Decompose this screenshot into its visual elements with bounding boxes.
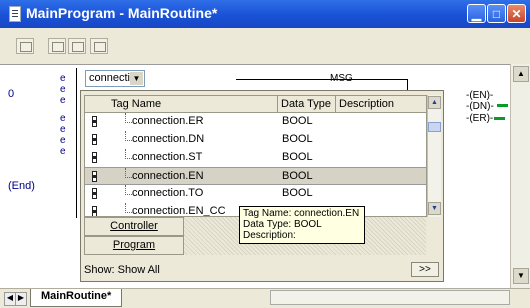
tag-grid-header: Tag Name Data Type Description — [85, 96, 426, 113]
tag-row[interactable]: connection.ER BOOL — [85, 113, 426, 131]
tag-row[interactable]: connection.TO BOOL — [85, 185, 426, 203]
msg-instruction-top — [236, 79, 407, 80]
tooltip-data-type: Data Type: BOOL — [243, 219, 322, 230]
scope-controller-button[interactable]: Controller — [84, 217, 184, 236]
bool-tag-icon — [92, 188, 97, 199]
er-indicator — [494, 117, 505, 120]
bool-tag-icon — [92, 134, 97, 145]
scroll-thumb[interactable] — [428, 122, 441, 132]
bool-tag-icon — [92, 152, 97, 163]
msg-instruction-label: MSG — [330, 73, 353, 84]
editor-vertical-scrollbar[interactable]: ▲ ▼ — [510, 64, 530, 288]
scroll-up-icon[interactable]: ▲ — [428, 96, 441, 109]
tab-mainroutine[interactable]: MainRoutine* — [30, 289, 123, 307]
rung-mark: e — [60, 113, 66, 124]
rung-mark: e — [60, 135, 66, 146]
output-dn: -(DN)- — [466, 101, 494, 112]
output-en: -(EN)- — [466, 90, 494, 101]
tooltip-description: Description: — [243, 230, 296, 241]
minimize-button[interactable]: ▁ — [467, 4, 486, 23]
maximize-button[interactable]: □ — [487, 4, 506, 23]
routine-icon — [9, 6, 21, 22]
column-description[interactable]: Description — [339, 98, 394, 110]
rung-toolbar-icon[interactable] — [16, 38, 34, 54]
tag-combo[interactable]: connectio ▼ — [85, 70, 145, 87]
window-title: MainProgram - MainRoutine* — [26, 5, 218, 21]
output-er: -(ER)- — [466, 113, 494, 124]
tag-row-selected[interactable]: connection.EN BOOL — [85, 167, 426, 185]
bool-tag-icon — [92, 206, 97, 216]
power-rail — [76, 68, 77, 218]
chevron-down-icon[interactable]: ▼ — [130, 72, 143, 85]
rung-mark: e — [60, 84, 66, 95]
column-data-type[interactable]: Data Type — [281, 98, 331, 110]
rung-mark: e — [60, 124, 66, 135]
close-button[interactable]: ✕ — [507, 4, 526, 23]
tooltip-tag-name: Tag Name: connection.EN — [243, 208, 360, 219]
more-button[interactable]: >> — [411, 262, 439, 277]
tag-grid-scrollbar[interactable]: ▲ ▼ — [427, 95, 441, 217]
scope-program-button[interactable]: Program — [84, 236, 184, 255]
scroll-down-icon[interactable]: ▼ — [428, 202, 441, 215]
end-label: (End) — [8, 180, 35, 192]
scroll-down-icon[interactable]: ▼ — [513, 268, 529, 284]
tag-row[interactable]: connection.ST BOOL — [85, 149, 426, 167]
dn-indicator — [497, 104, 508, 107]
tag-row[interactable]: connection.DN BOOL — [85, 131, 426, 149]
title-bar: MainProgram - MainRoutine* ▁ □ ✕ — [0, 0, 530, 28]
bool-tag-icon — [92, 171, 97, 182]
rung-mark: e — [60, 73, 66, 84]
tab-next-icon[interactable]: ▶ — [15, 292, 27, 306]
column-tag-name[interactable]: Tag Name — [111, 98, 161, 110]
scroll-up-icon[interactable]: ▲ — [513, 66, 529, 82]
rung-number: 0 — [8, 88, 15, 100]
rung-mark: e — [60, 146, 66, 157]
horizontal-scrollbar[interactable] — [270, 290, 510, 305]
rung-mark: e — [60, 95, 66, 106]
tag-grid: Tag Name Data Type Description connectio… — [84, 95, 427, 217]
bool-tag-icon — [92, 116, 97, 127]
routine-toolbar — [0, 28, 530, 65]
show-filter-label: Show: Show All — [84, 264, 160, 276]
tag-tooltip: Tag Name: connection.EN Data Type: BOOL … — [239, 206, 365, 244]
instruction-toolbar-icon[interactable] — [90, 38, 108, 54]
branch-level-toolbar-icon[interactable] — [68, 38, 86, 54]
branch-toolbar-icon[interactable] — [48, 38, 66, 54]
